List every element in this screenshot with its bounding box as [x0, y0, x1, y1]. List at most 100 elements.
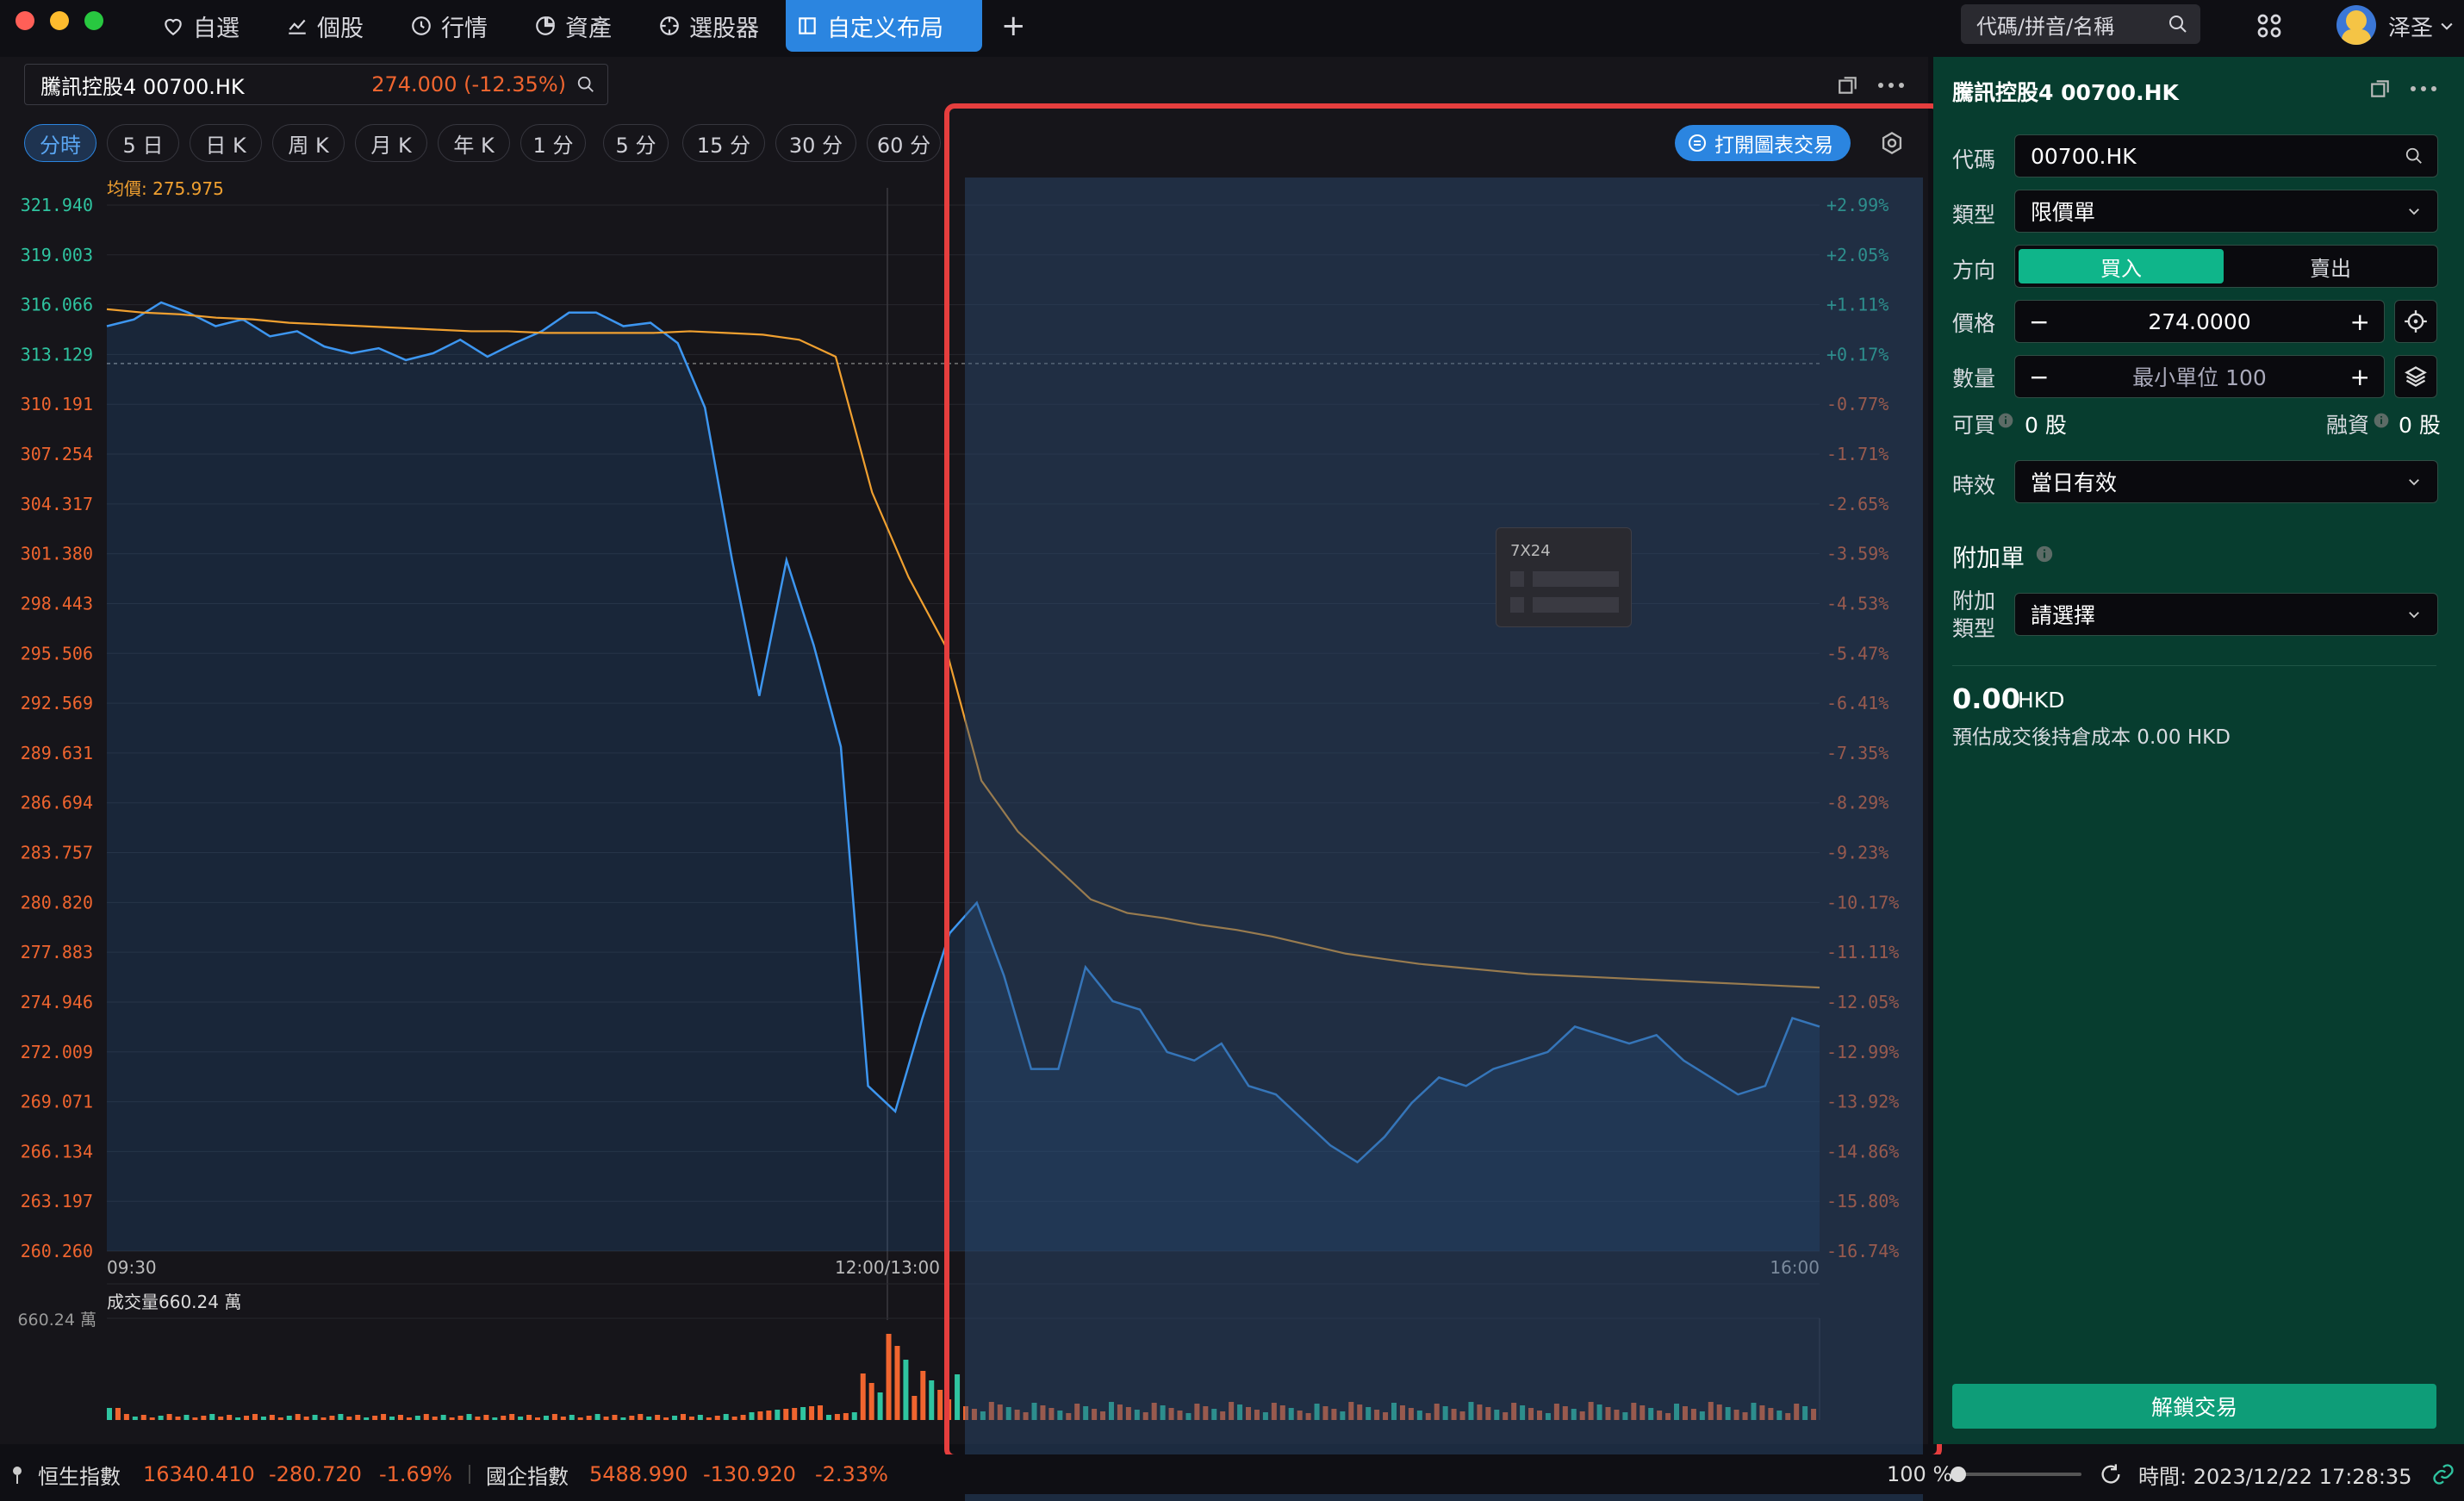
window-minimize-button[interactable]	[50, 11, 69, 30]
estimated-cost: 預估成交後持倉成本 0.00 HKD	[1952, 726, 2231, 749]
tab-custom-layout[interactable]: 自定义布局	[786, 0, 982, 52]
pin-icon[interactable]	[9, 1464, 26, 1485]
window-maximize-button[interactable]	[84, 11, 103, 30]
refresh-icon[interactable]	[2099, 1462, 2123, 1486]
addon-type-select[interactable]: 請選擇	[2014, 593, 2438, 636]
add-tab-label: +	[1001, 9, 1026, 43]
volume-bar	[372, 1416, 378, 1420]
open-chart-trade-button[interactable]: 打開圖表交易	[1675, 125, 1851, 161]
time-in-force-select[interactable]: 當日有效	[2014, 460, 2438, 503]
volume-bar	[569, 1415, 575, 1420]
tab-stock[interactable]: 個股	[276, 0, 374, 52]
sell-button[interactable]: 賣出	[2227, 249, 2434, 283]
y-tick-label: 321.940	[21, 195, 93, 215]
search-icon	[2405, 147, 2422, 164]
order-type-value: 限價單	[2031, 200, 2096, 225]
order-type-select[interactable]: 限價單	[2014, 190, 2438, 233]
sell-label: 賣出	[2310, 256, 2351, 281]
volume-bar	[235, 1417, 241, 1420]
index-hscei-name[interactable]: 國企指數	[486, 1460, 569, 1490]
window-close-button[interactable]	[16, 11, 34, 30]
chevron-down-icon	[2409, 209, 2419, 215]
quantity-decrement-button[interactable]: −	[2029, 363, 2049, 391]
info-icon[interactable]	[1997, 412, 2014, 429]
volume-label: 成交量660.24 萬	[107, 1292, 241, 1312]
volume-bar	[594, 1414, 600, 1420]
tab-screener[interactable]: 選股器	[648, 0, 769, 52]
volume-bar	[166, 1414, 172, 1420]
link-icon[interactable]	[2431, 1462, 2455, 1486]
volume-bar	[518, 1417, 524, 1420]
news-7x24-widget[interactable]: 7X24	[1496, 527, 1632, 627]
volume-bar	[303, 1417, 309, 1420]
add-tab-button[interactable]: +	[991, 0, 1036, 52]
order-currency: HKD	[2018, 688, 2065, 713]
popout-icon[interactable]	[2369, 78, 2392, 100]
volume-bar	[218, 1417, 224, 1420]
price-value[interactable]: 274.0000	[2148, 309, 2250, 334]
index-hsi-name[interactable]: 恒生指數	[38, 1460, 121, 1490]
volume-bar	[843, 1413, 849, 1420]
price-decrement-button[interactable]: −	[2029, 308, 2049, 336]
volume-bar	[646, 1417, 652, 1420]
volume-bar	[809, 1406, 815, 1420]
volume-bar	[946, 1399, 952, 1420]
tab-market[interactable]: 行情	[400, 0, 498, 52]
apps-grid-icon[interactable]	[2254, 10, 2285, 41]
price-label: 價格	[1952, 311, 1996, 336]
volume-bar	[149, 1417, 155, 1420]
volume-bar	[740, 1415, 746, 1420]
code-value: 00700.HK	[2031, 143, 2137, 169]
buy-button[interactable]: 買入	[2019, 249, 2224, 283]
avatar[interactable]	[2336, 5, 2376, 45]
y-tick-label: 272.009	[21, 1042, 93, 1062]
more-icon[interactable]	[2409, 78, 2438, 100]
quantity-input[interactable]: 最小單位 100	[2132, 361, 2267, 392]
crosshair-icon	[660, 16, 679, 35]
skeleton-row	[1510, 571, 1524, 587]
volume-bar	[286, 1416, 292, 1420]
unlock-trade-button[interactable]: 解鎖交易	[1952, 1384, 2436, 1429]
volume-bar	[629, 1416, 635, 1420]
locate-price-button[interactable]	[2394, 300, 2437, 343]
info-icon[interactable]	[2373, 412, 2390, 429]
tab-watchlist[interactable]: 自選	[152, 0, 250, 52]
volume-bar	[184, 1415, 190, 1420]
volume-bar	[201, 1416, 207, 1420]
quantity-increment-button[interactable]: +	[2350, 363, 2370, 391]
volume-bar	[706, 1417, 712, 1420]
index-hscei-value: 5488.990	[589, 1462, 688, 1486]
chevron-down-icon[interactable]	[2438, 17, 2455, 34]
volume-bar	[509, 1414, 515, 1420]
buyable-label: 可買	[1952, 413, 1996, 438]
code-input[interactable]: 00700.HK	[2014, 134, 2438, 178]
info-icon[interactable]	[2035, 545, 2054, 564]
quantity-layers-button[interactable]	[2394, 355, 2437, 398]
chevron-down-icon	[2409, 612, 2419, 619]
zoom-slider[interactable]	[1951, 1467, 2081, 1482]
y-tick-label: 274.946	[21, 992, 93, 1012]
volume-bar	[603, 1417, 609, 1420]
direction-label: 方向	[1952, 258, 1996, 283]
y-tick-label: 266.134	[21, 1141, 93, 1162]
search-input[interactable]: 代碼/拼音/名稱	[1961, 4, 2200, 44]
x-tick-label: 12:00/13:00	[835, 1257, 940, 1278]
open-chart-trade-label: 打開圖表交易	[1714, 134, 1833, 157]
index-hsi-value: 16340.410	[143, 1462, 255, 1486]
zoom-slider-handle[interactable]	[1951, 1467, 1966, 1482]
volume-bar	[140, 1415, 146, 1420]
divider	[469, 1465, 470, 1484]
volume-bar	[175, 1417, 181, 1420]
settings-icon[interactable]	[1880, 131, 1904, 155]
price-increment-button[interactable]: +	[2350, 308, 2370, 336]
volume-bar	[244, 1416, 250, 1420]
volume-bar	[329, 1416, 335, 1420]
y-tick-label: 313.129	[21, 344, 93, 364]
tab-assets[interactable]: 資產	[524, 0, 622, 52]
top-nav-bar: 自選 個股 行情 資產 選股器 自定义布局 + 代碼/拼音/名稱 泽圣	[0, 0, 2464, 52]
clock-time: 時間: 2023/12/22 17:28:35	[2138, 1464, 2412, 1489]
volume-bar	[483, 1415, 489, 1420]
direction-toggle: 買入 賣出	[2014, 245, 2438, 288]
order-amount: 0.00	[1952, 682, 2020, 715]
tab-label: 自選	[193, 15, 240, 42]
